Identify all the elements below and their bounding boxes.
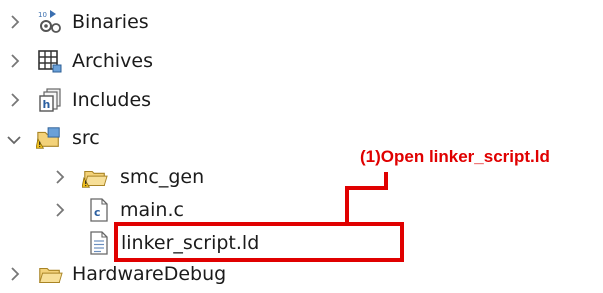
- tree-item-label: main.c: [120, 199, 184, 221]
- annotation-label: (1)Open linker_script.ld: [360, 147, 550, 166]
- tree-item-label: HardwareDebug: [72, 263, 227, 285]
- annotation-connector-vertical-bottom: [345, 186, 349, 224]
- binaries-icon: 10: [37, 9, 63, 35]
- source-folder-icon: [36, 125, 62, 151]
- includes-icon: h: [37, 87, 63, 113]
- chevron-down-icon[interactable]: [5, 131, 23, 149]
- chevron-right-icon[interactable]: [6, 91, 24, 109]
- text-file-icon: [86, 230, 112, 256]
- tree-item-src[interactable]: src: [0, 119, 300, 157]
- svg-text:c: c: [94, 206, 101, 219]
- chevron-right-icon[interactable]: [6, 13, 24, 31]
- annotation-connector-horizontal: [345, 186, 388, 190]
- tree-item-label: Binaries: [72, 11, 149, 33]
- chevron-right-icon[interactable]: [51, 201, 69, 219]
- svg-text:h: h: [43, 98, 51, 111]
- tree-item-binaries[interactable]: 10 Binaries: [0, 3, 300, 41]
- chevron-right-icon[interactable]: [51, 168, 69, 186]
- tree-item-label: src: [72, 127, 100, 149]
- tree-item-label: Archives: [72, 50, 153, 72]
- svg-text:10: 10: [38, 11, 47, 19]
- archives-icon: [37, 48, 63, 74]
- tree-item-archives[interactable]: Archives: [0, 42, 300, 80]
- folder-icon: [37, 262, 63, 288]
- tree-item-label: Includes: [72, 89, 152, 111]
- chevron-right-icon[interactable]: [6, 52, 24, 70]
- tree-item-label: smc_gen: [120, 166, 205, 188]
- folder-warning-icon: [82, 165, 108, 191]
- highlight-box: [114, 222, 404, 262]
- c-file-icon: c: [86, 197, 112, 223]
- chevron-right-icon[interactable]: [6, 265, 24, 283]
- tree-item-includes[interactable]: h Includes: [0, 81, 300, 119]
